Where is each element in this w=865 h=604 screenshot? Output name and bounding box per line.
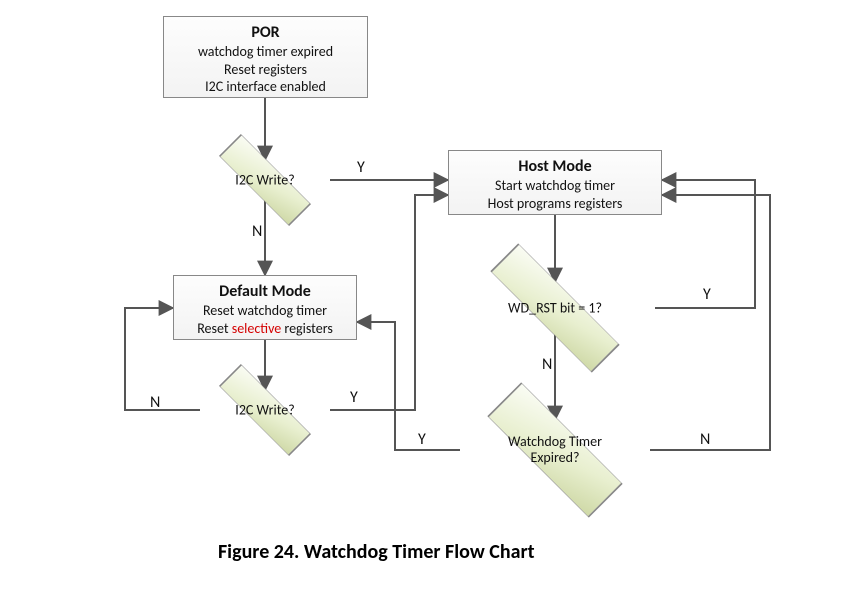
- node-por-line3: I2C interface enabled: [172, 78, 359, 96]
- figure-caption: Figure 24. Watchdog Timer Flow Chart: [218, 540, 535, 564]
- edge-label-i2c-bottom-n: N: [150, 393, 160, 412]
- node-wd-expired-label: Watchdog Timer Expired?: [508, 434, 602, 466]
- node-por-line1: watchdog timer expired: [172, 43, 359, 61]
- flowchart-connectors: [0, 0, 865, 604]
- node-por: POR watchdog timer expired Reset registe…: [163, 16, 368, 98]
- edge-label-wdexp-n: N: [700, 430, 710, 449]
- node-host-mode-line2: Host programs registers: [457, 195, 653, 213]
- node-i2c-write-bottom-label: I2C Write?: [235, 402, 294, 419]
- edge-label-i2c-top-y: Y: [357, 158, 365, 177]
- node-host-mode: Host Mode Start watchdog timer Host prog…: [448, 150, 662, 215]
- node-por-line2: Reset registers: [172, 61, 359, 79]
- node-default-mode-line2-b: selective: [232, 320, 282, 337]
- node-default-mode-line2-a: Reset: [197, 320, 232, 337]
- node-default-mode-line2: Reset selective registers: [182, 320, 348, 338]
- node-default-mode-title: Default Mode: [182, 282, 348, 302]
- node-wd-rst-label: WD_RST bit = 1?: [508, 300, 602, 317]
- edge-label-wdrst-n: N: [542, 355, 552, 374]
- node-default-mode-line1: Reset watchdog timer: [182, 302, 348, 320]
- node-host-mode-line1: Start watchdog timer: [457, 177, 653, 195]
- edge-label-i2c-top-n: N: [252, 222, 262, 241]
- edge-label-i2c-bottom-y: Y: [350, 388, 358, 407]
- node-default-mode: Default Mode Reset watchdog timer Reset …: [173, 275, 357, 340]
- edge-label-wdexp-y: Y: [418, 430, 426, 449]
- edge-label-wdrst-y: Y: [703, 285, 711, 304]
- node-por-title: POR: [172, 23, 359, 43]
- node-default-mode-line2-c: registers: [281, 320, 333, 337]
- node-i2c-write-top-label: I2C Write?: [235, 172, 294, 189]
- node-host-mode-title: Host Mode: [457, 157, 653, 177]
